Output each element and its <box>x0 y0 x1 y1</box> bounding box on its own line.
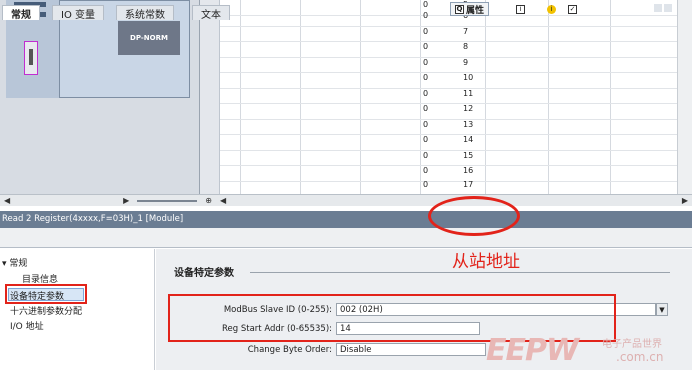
tab-general[interactable]: 常规 <box>2 5 40 21</box>
nav-label: 十六进制参数分配 <box>10 307 83 317</box>
table-cell: 0 <box>423 26 429 36</box>
table-cell: 0 <box>423 0 429 9</box>
nav-label: 常规 <box>9 259 28 269</box>
chevron-down-icon[interactable]: ▼ <box>656 303 668 316</box>
warning-icon: i <box>547 4 557 14</box>
nav-label: I/O 地址 <box>10 322 44 332</box>
properties-highlight-ellipse <box>428 196 520 236</box>
table-row[interactable]: 07 <box>220 26 692 42</box>
inspector-title-bar: Read 2 Register(4xxxx,F=03H)_1 [Module] <box>0 211 692 228</box>
table-row[interactable]: 0 11 <box>220 88 692 104</box>
table-cell: 0 <box>423 88 429 98</box>
watermark-domain: .com.cn <box>616 350 664 364</box>
table-cell: 12 <box>463 104 474 113</box>
table-cell: 11 <box>463 88 474 98</box>
table-row[interactable]: 0 15 <box>220 150 692 166</box>
eepw-watermark: EEPW 电子产品世界 .com.cn <box>486 331 692 370</box>
table-cell: 0 <box>423 119 429 129</box>
table-cell: 9 <box>463 57 469 67</box>
nav-item-general[interactable]: ▾ 常规 <box>2 256 27 269</box>
watermark-brand: EEPW <box>486 333 579 368</box>
nav-item-io-address[interactable]: I/O 地址 <box>10 319 44 332</box>
section-divider <box>250 272 670 273</box>
table-cell: 0 <box>423 104 429 113</box>
slave-address-annotation: 从站地址 <box>452 252 520 272</box>
table-row-gutter <box>200 0 220 194</box>
tab-label: IO 变量 <box>61 9 95 21</box>
tab-info[interactable]: i 信息 i <box>512 2 560 16</box>
table-row[interactable]: 09 <box>220 57 692 73</box>
section-title: 设备特定参数 <box>174 268 234 279</box>
table-cell: 14 <box>463 135 474 144</box>
zoom-in-icon[interactable]: ⊕ <box>201 196 216 205</box>
device-label: DP-NORM <box>130 34 168 42</box>
tab-label: 系统常数 <box>125 9 165 21</box>
inspector-tabs <box>0 228 692 248</box>
window-menu-icon[interactable] <box>664 4 672 12</box>
table-row[interactable]: 0 12 <box>220 104 692 120</box>
byte-order-label: Change Byte Order: <box>247 345 332 355</box>
info-icon: i <box>516 4 525 14</box>
module-title: Read 2 Register(4xxxx,F=03H)_1 [Module] <box>2 214 184 224</box>
tab-properties[interactable]: Q 属性 <box>450 2 490 16</box>
table-row[interactable]: 0 14 <box>220 135 692 151</box>
table-cell: 0 <box>423 180 429 189</box>
scroll-left-icon[interactable]: ◀ <box>0 196 14 205</box>
table-cell: 7 <box>463 26 469 36</box>
table-cell: 0 <box>423 135 429 144</box>
table-cell: 17 <box>463 180 474 189</box>
dp-norm-device[interactable]: DP-NORM <box>118 21 180 55</box>
properties-icon: Q <box>455 4 464 14</box>
tab-info-label: 信息 <box>527 5 546 16</box>
inspector-window-controls[interactable] <box>654 4 688 14</box>
tab-diagnostics[interactable]: ✓ 诊断 <box>564 2 601 16</box>
table-cell: 0 <box>423 166 429 175</box>
table-cell: 0 <box>423 150 429 160</box>
table-cell: 8 <box>463 42 469 51</box>
dp-port-connector <box>29 49 33 65</box>
expand-arrow-icon[interactable]: ▾ <box>2 259 7 269</box>
watermark-site: 电子产品世界 <box>602 339 662 350</box>
table-cell: 15 <box>463 150 474 160</box>
diagnostics-icon: ✓ <box>568 4 577 14</box>
table-cell: 16 <box>463 166 474 175</box>
tab-system-constants[interactable]: 系统常数 <box>116 5 174 21</box>
network-scroll-strip[interactable]: ◀ ▶ ⊕ <box>0 194 216 206</box>
tab-label: 文本 <box>201 9 221 21</box>
scroll-left-icon[interactable]: ◀ <box>216 196 230 205</box>
window-layout-icon[interactable] <box>654 4 662 12</box>
byte-order-dropdown[interactable]: Disable <box>336 343 486 356</box>
scroll-right-icon[interactable]: ▶ <box>678 196 692 205</box>
zoom-slider[interactable] <box>137 199 198 202</box>
table-cell: 13 <box>463 119 474 129</box>
table-row[interactable]: 0 10 <box>220 73 692 89</box>
nav-item-hex-params[interactable]: 十六进制参数分配 <box>10 304 82 317</box>
byte-order-value: Disable <box>340 344 372 355</box>
tab-texts[interactable]: 文本 <box>192 5 230 21</box>
nav-highlight-box <box>5 284 87 304</box>
table-row[interactable]: 0 13 <box>220 119 692 135</box>
table-cell: 0 <box>423 42 429 51</box>
table-cell: 0 <box>423 11 429 20</box>
table-vertical-scrollbar[interactable] <box>677 0 692 194</box>
table-cell: 0 <box>423 57 429 67</box>
table-cell: 10 <box>463 73 474 82</box>
table-cell: 0 <box>423 73 429 82</box>
tab-label: 常规 <box>11 9 31 21</box>
tab-properties-label: 属性 <box>466 5 485 16</box>
table-row[interactable]: 08 <box>220 42 692 58</box>
scroll-right-icon[interactable]: ▶ <box>119 196 133 205</box>
tab-io-tags[interactable]: IO 变量 <box>52 5 104 21</box>
tab-diagnostics-label: 诊断 <box>579 5 598 16</box>
